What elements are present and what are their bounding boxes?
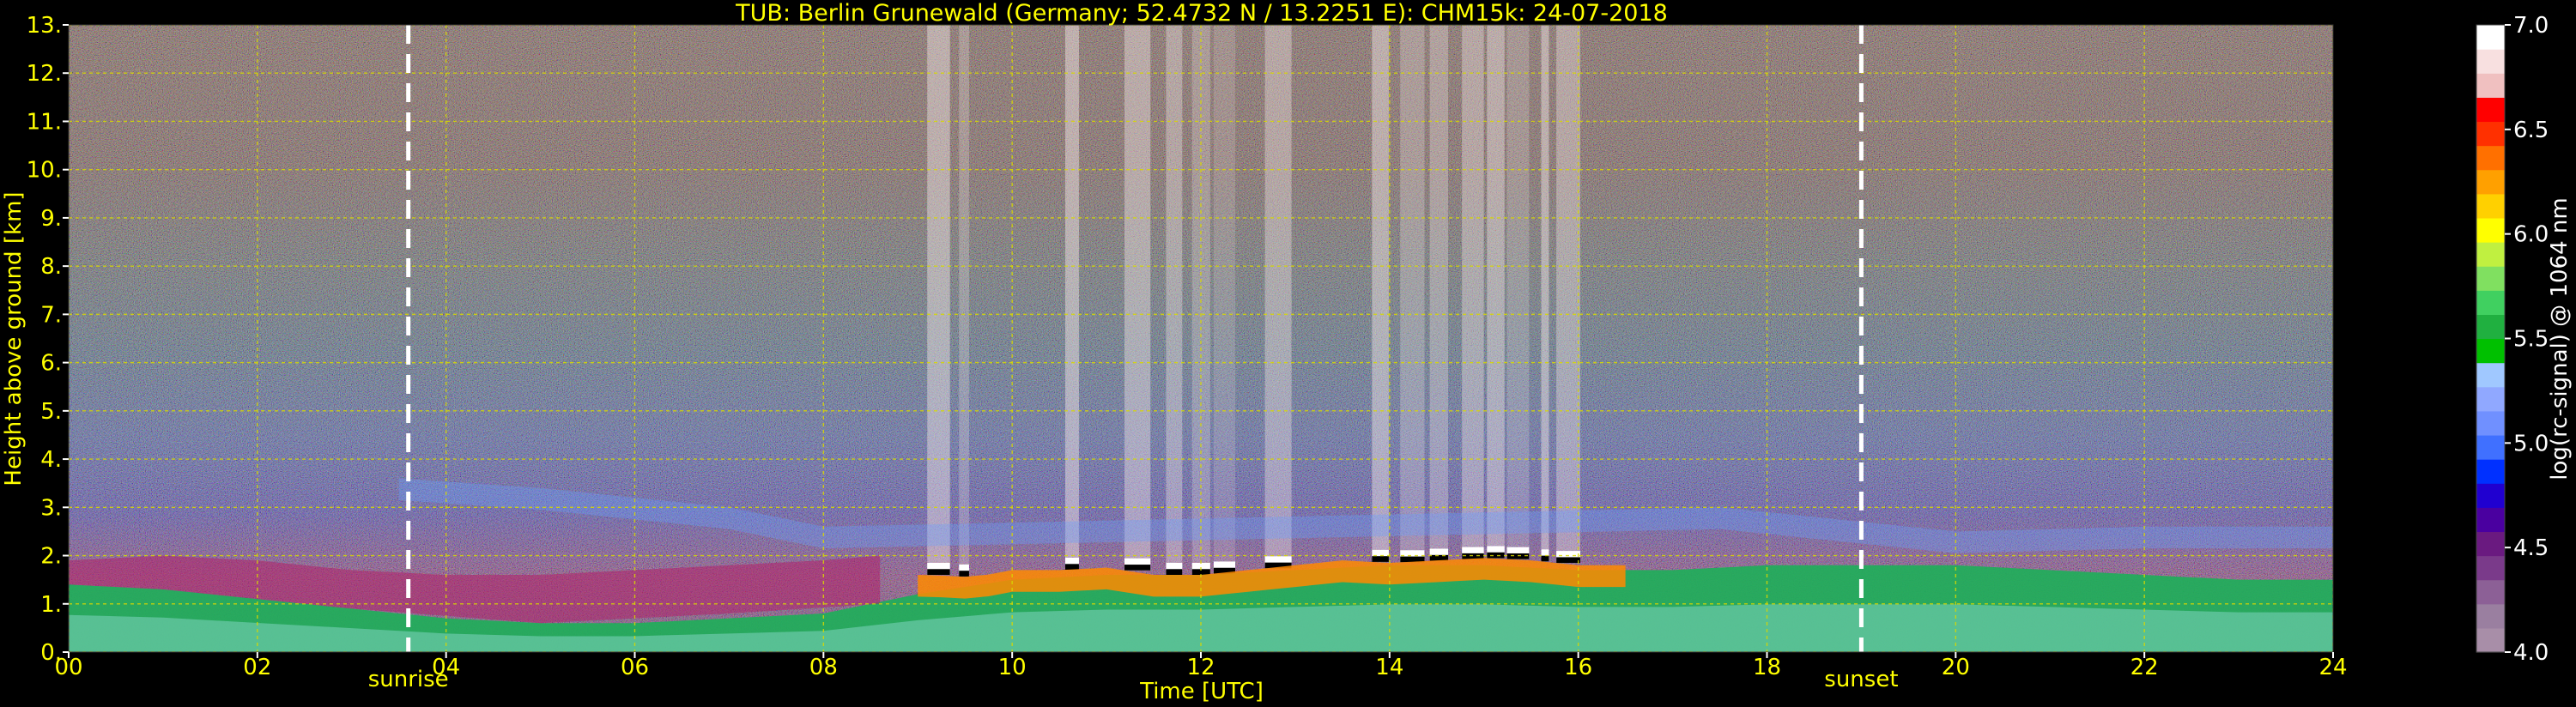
- colorbar-tick-label: 4.5: [2513, 535, 2549, 561]
- cloud-base-shadow: [1372, 556, 1389, 562]
- cloud-column: [1372, 25, 1389, 562]
- colorbar-swatch: [2476, 579, 2505, 605]
- y-tick-label: 1.: [40, 592, 62, 618]
- y-tick-label: 6.: [40, 351, 62, 377]
- colorbar-swatch: [2476, 290, 2505, 315]
- colorbar-swatch: [2476, 49, 2505, 74]
- x-tick-label: 22: [2131, 655, 2159, 680]
- colorbar-swatch: [2476, 25, 2505, 50]
- x-tick-label: 20: [1942, 655, 1970, 680]
- cloud-column: [1541, 25, 1549, 562]
- cloud-base-shadow: [1166, 569, 1183, 576]
- colorbar-swatch: [2476, 507, 2505, 533]
- colorbar-tick-label: 4.0: [2513, 640, 2549, 666]
- sunrise-label: sunrise: [368, 667, 449, 692]
- cloud-column: [1487, 25, 1505, 559]
- colorbar-swatch: [2476, 459, 2505, 484]
- y-tick-label: 3.: [40, 495, 62, 521]
- cloud-column: [1400, 25, 1425, 563]
- cloud-column: [1556, 25, 1580, 564]
- colorbar-swatch: [2476, 603, 2505, 629]
- cloud-column: [959, 25, 969, 577]
- y-tick-label: 4.: [40, 447, 62, 473]
- chart-title: TUB: Berlin Grunewald (Germany; 52.4732 …: [735, 0, 1668, 27]
- colorbar-swatch: [2476, 434, 2505, 460]
- cloud-column: [1462, 25, 1484, 559]
- x-tick-label: 18: [1753, 655, 1781, 680]
- cloud-column: [1506, 25, 1530, 559]
- y-axis: 0. 1. 2. 3. 4. 5. 6. 7. 8. 9. 10. 11. 12. 13.: [27, 13, 69, 666]
- colorbar-swatch: [2476, 531, 2505, 557]
- cloud-column: [1429, 25, 1449, 561]
- y-tick-label: 8.: [40, 254, 62, 280]
- colorbar-tick-label: 5.5: [2513, 327, 2549, 353]
- colorbar-swatch: [2476, 97, 2505, 123]
- y-tick-label: 7.: [40, 302, 62, 328]
- cloud-base-shadow: [959, 571, 969, 577]
- sunset-label: sunset: [1824, 667, 1898, 692]
- cloud-base-shadow: [1506, 553, 1530, 559]
- colorbar-swatch: [2476, 338, 2505, 364]
- y-tick-label: 10.: [27, 158, 62, 184]
- x-tick-label: 16: [1564, 655, 1592, 680]
- y-tick-label: 5.: [40, 399, 62, 425]
- colorbar-swatch: [2476, 73, 2505, 98]
- y-tick-label: 11.: [27, 109, 62, 135]
- x-tick-label: 14: [1375, 655, 1403, 680]
- colorbar-swatch: [2476, 555, 2505, 581]
- colorbar-tick-label: 6.0: [2513, 222, 2549, 248]
- colorbar-label: log(rc-signal) @ 1064 nm: [2547, 197, 2573, 480]
- colorbar-swatch: [2476, 217, 2505, 243]
- x-axis-label: Time [UTC]: [1139, 679, 1264, 704]
- colorbar-tick-label: 5.0: [2513, 431, 2549, 456]
- y-tick-label: 2.: [40, 544, 62, 570]
- x-tick-label: 02: [243, 655, 271, 680]
- ceilometer-chart: 00 02 04 06 08 10 12 14 16 18 20 22 24 0.1.2.3.4.5.6…: [1, 0, 2573, 704]
- colorbar-swatches: [2476, 25, 2505, 653]
- colorbar-swatch: [2476, 483, 2505, 508]
- cloud-base-shadow: [1556, 557, 1580, 564]
- colorbar-tick-label: 6.5: [2513, 118, 2549, 143]
- cloud-base-shadow: [1487, 552, 1505, 559]
- event-labels: sunrise sunset: [368, 667, 1899, 692]
- plot-area: [69, 25, 2333, 652]
- cloud-column: [1264, 25, 1292, 569]
- x-tick-label: 06: [621, 655, 649, 680]
- y-axis-label: Height above ground [km]: [1, 191, 27, 486]
- colorbar-swatch: [2476, 193, 2505, 219]
- colorbar-swatch: [2476, 410, 2505, 436]
- colorbar-swatch: [2476, 386, 2505, 412]
- cloud-column: [1124, 25, 1151, 571]
- x-tick-label: 12: [1186, 655, 1215, 680]
- colorbar-swatch: [2476, 169, 2505, 195]
- colorbar-tick-label: 7.0: [2513, 13, 2549, 39]
- cloud-base-shadow: [1124, 565, 1151, 571]
- cloud-column: [1064, 25, 1079, 571]
- cloud-base-shadow: [927, 569, 950, 576]
- colorbar-ticks: 4.0 4.5 5.0 5.5 6.0 6.5 7.0: [2505, 13, 2549, 666]
- colorbar-swatch: [2476, 362, 2505, 388]
- x-tick-label: 24: [2318, 655, 2347, 680]
- y-tick-label: 0.: [40, 640, 62, 666]
- colorbar-swatch: [2476, 627, 2505, 653]
- y-tick-label: 13.: [27, 13, 62, 39]
- cloud-column: [1166, 25, 1183, 576]
- x-tick-label: 10: [998, 655, 1027, 680]
- cloud-column: [1213, 25, 1236, 574]
- x-tick-label: 08: [809, 655, 838, 680]
- colorbar: 4.0 4.5 5.0 5.5 6.0 6.5 7.0 log(rc-signal) @ 1…: [2476, 13, 2573, 666]
- colorbar-swatch: [2476, 242, 2505, 267]
- colorbar-swatch: [2476, 266, 2505, 291]
- colorbar-swatch: [2476, 314, 2505, 340]
- y-tick-label: 12.: [27, 61, 62, 87]
- colorbar-swatch: [2476, 121, 2505, 147]
- colorbar-swatch: [2476, 145, 2505, 171]
- cloud-base-shadow: [1541, 555, 1549, 562]
- cloud-column: [927, 25, 950, 576]
- cloud-base-shadow: [1064, 564, 1079, 571]
- y-tick-label: 9.: [40, 206, 62, 232]
